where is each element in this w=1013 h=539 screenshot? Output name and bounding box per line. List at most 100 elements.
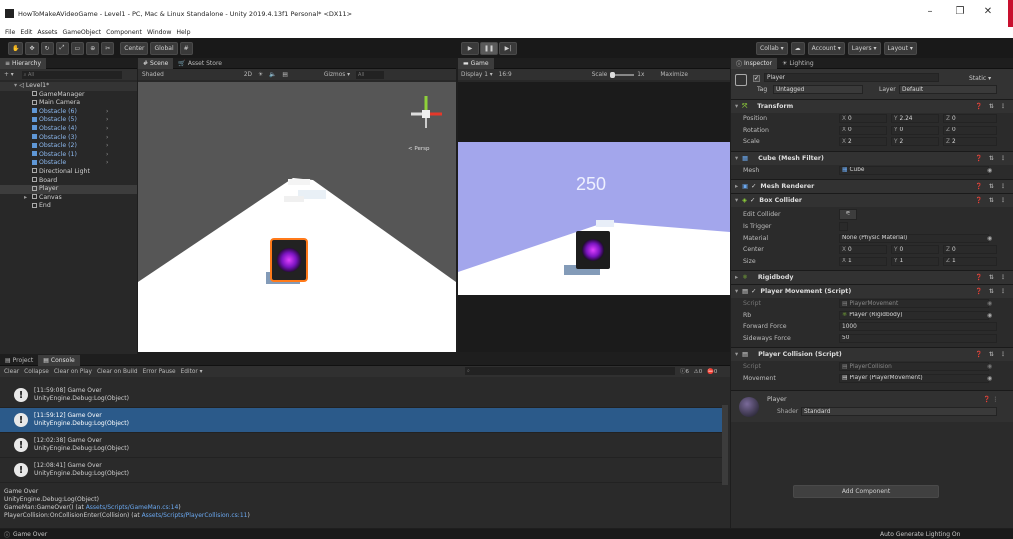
- component-menu-icon[interactable]: ❓ ⇅ ⋮: [975, 103, 1008, 110]
- collab-button[interactable]: Collab ▾: [756, 41, 788, 55]
- scene-search-input[interactable]: All: [356, 70, 385, 79]
- tag-dropdown[interactable]: Untagged: [773, 85, 863, 94]
- custom-tool-icon[interactable]: ✂: [101, 41, 115, 55]
- forward-force-field[interactable]: 1000: [839, 322, 997, 332]
- object-picker-icon[interactable]: ◉: [987, 312, 992, 319]
- clear-button[interactable]: Clear: [4, 369, 19, 375]
- scene-root-item[interactable]: ▾ ◁ Level1*: [0, 82, 137, 91]
- close-icon[interactable]: ✕: [978, 6, 998, 17]
- scale-slider[interactable]: [610, 71, 635, 78]
- position-y-field[interactable]: Y 2.24: [891, 114, 939, 124]
- movement-field[interactable]: ▤ Player (PlayerMovement): [839, 373, 989, 383]
- hierarchy-item[interactable]: ▸ Canvas: [0, 194, 137, 203]
- object-picker-icon[interactable]: ◉: [987, 167, 992, 174]
- material-section[interactable]: Player Shader Standard ❓ ⋮: [731, 390, 1013, 422]
- mode-2d-toggle[interactable]: 2D: [244, 72, 252, 78]
- clear-on-build-button[interactable]: Clear on Build: [97, 369, 138, 375]
- component-menu-icon[interactable]: ❓ ⇅ ⋮: [975, 288, 1008, 295]
- maximize-icon[interactable]: ❐: [950, 6, 970, 17]
- console-search-input[interactable]: ⌕: [465, 367, 675, 375]
- menu-edit[interactable]: Edit: [20, 29, 32, 36]
- component-menu-icon[interactable]: ❓ ⇅ ⋮: [975, 155, 1008, 162]
- expand-arrow-icon[interactable]: ▸: [24, 194, 27, 203]
- mesh-field[interactable]: ▦ Cube: [839, 165, 989, 175]
- hierarchy-item[interactable]: Directional Light: [0, 168, 137, 177]
- collapse-button[interactable]: Collapse: [24, 369, 49, 375]
- active-checkbox[interactable]: ✓: [753, 75, 760, 82]
- move-tool-icon[interactable]: ✥: [25, 41, 39, 55]
- scale-z-field[interactable]: Z2: [943, 137, 997, 147]
- rigidbody-header[interactable]: ▸ ⚛ Rigidbody ❓ ⇅ ⋮: [731, 270, 1013, 284]
- hierarchy-item[interactable]: Obstacle (2) ›: [0, 142, 137, 151]
- hierarchy-item[interactable]: Obstacle (3) ›: [0, 134, 137, 143]
- open-prefab-arrow-icon[interactable]: ›: [106, 108, 108, 117]
- menu-file[interactable]: File: [5, 29, 15, 36]
- console-log-entry[interactable]: ! [12:08:41] Game Over UnityEngine.Debug:L…: [0, 458, 722, 483]
- hierarchy-item[interactable]: Main Camera: [0, 99, 137, 108]
- lighting-toggle-icon[interactable]: ☀: [258, 72, 263, 78]
- add-component-button[interactable]: Add Component: [793, 485, 939, 498]
- step-button[interactable]: ▶|: [499, 41, 517, 55]
- scale-tool-icon[interactable]: ⤢: [55, 41, 69, 55]
- hierarchy-item[interactable]: Obstacle (1) ›: [0, 151, 137, 160]
- object-picker-icon[interactable]: ◉: [987, 235, 992, 242]
- box-collider-header[interactable]: ▾ ◈ ✓ Box Collider ❓ ⇅ ⋮: [731, 193, 1013, 207]
- hierarchy-item[interactable]: Obstacle (5) ›: [0, 116, 137, 125]
- layer-dropdown[interactable]: Default: [899, 85, 997, 94]
- game-viewport[interactable]: 250: [458, 82, 730, 352]
- tab-game[interactable]: ▬ Game: [458, 57, 494, 69]
- size-z-field[interactable]: Z1: [943, 256, 997, 266]
- component-menu-icon[interactable]: ❓ ⇅ ⋮: [975, 274, 1008, 281]
- tab-inspector[interactable]: ⓘ Inspector: [731, 57, 778, 69]
- error-pause-button[interactable]: Error Pause: [143, 369, 176, 375]
- menu-help[interactable]: Help: [176, 29, 190, 36]
- size-y-field[interactable]: Y1: [891, 256, 939, 266]
- pivot-global-button[interactable]: Global: [150, 41, 178, 55]
- hierarchy-item[interactable]: Obstacle (6) ›: [0, 108, 137, 117]
- gizmos-dropdown[interactable]: Gizmos ▾: [324, 72, 350, 78]
- console-log-entry[interactable]: ! [11:59:12] Game Over UnityEngine.Debug:L…: [0, 408, 722, 433]
- mesh-renderer-enabled-checkbox[interactable]: ✓: [751, 183, 756, 190]
- transform-header[interactable]: ▾ ⤧ Transform ❓ ⇅ ⋮: [731, 99, 1013, 113]
- clear-on-play-button[interactable]: Clear on Play: [54, 369, 92, 375]
- center-z-field[interactable]: Z0: [943, 245, 997, 255]
- pivot-center-button[interactable]: Center: [120, 41, 149, 55]
- hierarchy-item[interactable]: End: [0, 202, 137, 211]
- rotation-z-field[interactable]: Z0: [943, 125, 997, 135]
- sideways-force-field[interactable]: 50: [839, 333, 997, 343]
- status-message[interactable]: Game Over: [13, 531, 47, 538]
- rect-tool-icon[interactable]: ▭: [70, 41, 85, 55]
- is-trigger-checkbox[interactable]: [839, 222, 848, 232]
- scene-viewport[interactable]: < Persp: [138, 82, 456, 352]
- menu-window[interactable]: Window: [147, 29, 171, 36]
- player-movement-enabled-checkbox[interactable]: ✓: [751, 288, 756, 295]
- layout-button[interactable]: Layout ▾: [883, 41, 917, 55]
- material-menu-icon[interactable]: ❓ ⋮: [983, 396, 998, 403]
- edit-collider-button[interactable]: ⚟: [839, 208, 857, 220]
- cloud-icon[interactable]: ☁: [790, 41, 805, 55]
- hierarchy-item[interactable]: Board: [0, 177, 137, 186]
- scale-y-field[interactable]: Y2: [891, 137, 939, 147]
- minimize-icon[interactable]: –: [920, 6, 940, 17]
- menu-gameobject[interactable]: GameObject: [62, 29, 101, 36]
- persp-label[interactable]: < Persp: [408, 146, 429, 152]
- position-z-field[interactable]: Z0: [943, 114, 997, 124]
- static-dropdown[interactable]: Static ▾: [969, 75, 991, 82]
- hierarchy-item[interactable]: Obstacle (4) ›: [0, 125, 137, 134]
- rotation-y-field[interactable]: Y0: [891, 125, 939, 135]
- console-scrollbar[interactable]: [722, 405, 728, 485]
- aspect-dropdown[interactable]: 16:9: [499, 72, 512, 78]
- audio-toggle-icon[interactable]: 🔈: [269, 72, 276, 78]
- scale-x-field[interactable]: X2: [839, 137, 887, 147]
- player-collision-header[interactable]: ▾ ▤ Player Collision (Script) ❓ ⇅ ⋮: [731, 347, 1013, 361]
- console-log-entry[interactable]: ! [12:02:38] Game Over UnityEngine.Debug:L…: [0, 433, 722, 458]
- menu-assets[interactable]: Assets: [37, 29, 57, 36]
- hand-tool-icon[interactable]: ✋: [8, 41, 24, 55]
- menu-component[interactable]: Component: [106, 29, 142, 36]
- shading-dropdown[interactable]: Shaded: [142, 72, 164, 78]
- open-prefab-arrow-icon[interactable]: ›: [106, 142, 108, 151]
- play-button[interactable]: ▶: [461, 41, 479, 55]
- box-collider-enabled-checkbox[interactable]: ✓: [750, 197, 755, 204]
- center-y-field[interactable]: Y0: [891, 245, 939, 255]
- rotation-x-field[interactable]: X0: [839, 125, 887, 135]
